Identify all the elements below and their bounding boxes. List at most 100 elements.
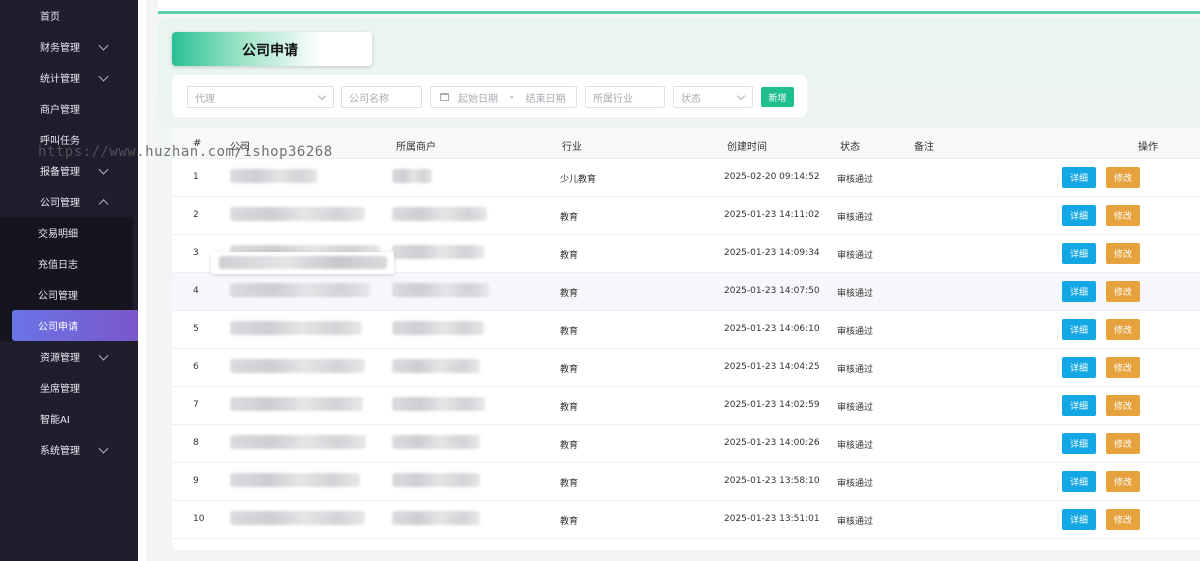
chevron-down-icon [98,443,109,454]
row-status: 审核通过 [837,251,874,261]
industry-placeholder: 所属行业 [593,93,633,105]
chevron-up-icon [98,198,109,209]
main-area: 公司申请 代理 公司名称 起始日期 - 结束日期 所属行业 状态 新增 # 公司… [146,0,1200,561]
sidebar-item[interactable]: 公司申请 [12,310,138,341]
row-status: 审核通过 [837,289,874,299]
sidebar-item[interactable]: 商户管理 [0,93,138,124]
edit-button[interactable]: 修改 [1106,433,1140,454]
row-index: 9 [193,476,199,486]
chevron-down-icon [98,40,109,51]
date-range-picker[interactable]: 起始日期 - 结束日期 [430,86,577,108]
row-index: 7 [193,400,199,410]
row-index: 10 [193,514,205,524]
hover-tooltip [211,252,394,274]
sidebar-item[interactable]: 统计管理 [0,62,138,93]
redacted-company [230,359,365,373]
industry-input[interactable]: 所属行业 [585,86,665,108]
edit-button[interactable]: 修改 [1106,319,1140,340]
detail-button[interactable]: 详细 [1062,509,1096,530]
redacted-merchant [392,511,480,525]
sidebar-item[interactable]: 充值日志 [0,248,133,279]
chevron-down-icon [98,164,109,175]
submenu-company: 交易明细充值日志公司管理 公司申请 [0,217,138,341]
row-status: 审核通过 [837,479,874,489]
sidebar-item[interactable]: 交易明细 [0,217,133,248]
row-industry: 教育 [560,213,579,223]
company-table: # 公司 所属商户 行业 创建时间 状态 备注 操作 1 少儿教育 2025-02-… [172,128,1200,550]
row-index: 4 [193,286,199,296]
detail-button[interactable]: 详细 [1062,433,1096,454]
col-actions: 操作 [1138,142,1158,153]
row-status: 审核通过 [837,517,874,527]
detail-button[interactable]: 详细 [1062,281,1096,302]
status-select-placeholder: 状态 [681,93,701,105]
company-name-input[interactable]: 公司名称 [341,86,422,108]
sidebar-item[interactable]: 系统管理 [0,434,138,465]
sidebar-item-label: 首页 [40,12,60,23]
edit-button[interactable]: 修改 [1106,471,1140,492]
sidebar-item[interactable]: 公司管理 [0,186,138,217]
row-industry: 教育 [560,479,579,489]
edit-button[interactable]: 修改 [1106,205,1140,226]
row-index: 6 [193,362,199,372]
table-row: 9 教育 2025-01-23 13:58:10 审核通过 详细 修改 [172,463,1200,501]
sidebar-item-label: 商户管理 [40,105,80,116]
col-merchant: 所属商户 [396,142,436,153]
sidebar-item[interactable]: 坐席管理 [0,372,138,403]
row-industry: 少儿教育 [560,175,597,185]
sidebar-item-label: 坐席管理 [40,384,80,395]
detail-button[interactable]: 详细 [1062,471,1096,492]
table-row: 6 教育 2025-01-23 14:04:25 审核通过 详细 修改 [172,349,1200,387]
edit-button[interactable]: 修改 [1106,281,1140,302]
row-industry: 教育 [560,441,579,451]
sidebar-item-label: 报备管理 [40,167,80,178]
redacted-company [230,169,318,183]
chevron-down-icon [98,350,109,361]
redacted-merchant [392,207,487,221]
add-button[interactable]: 新增 [761,87,794,107]
redacted-company [230,473,360,487]
detail-button[interactable]: 详细 [1062,319,1096,340]
row-industry: 教育 [560,251,579,261]
chevron-down-icon [317,91,327,101]
sidebar-item[interactable]: 财务管理 [0,31,138,62]
detail-button[interactable]: 详细 [1062,205,1096,226]
detail-button[interactable]: 详细 [1062,357,1096,378]
sidebar-item[interactable]: 资源管理 [0,341,138,372]
watermark-text: https://www.huzhan.com/ishop36268 [38,144,333,160]
detail-button[interactable]: 详细 [1062,395,1096,416]
row-created-time: 2025-01-23 13:51:01 [724,514,820,524]
table-row: 8 教育 2025-01-23 14:00:26 审核通过 详细 修改 [172,425,1200,463]
sidebar-item-label: 统计管理 [40,74,80,85]
top-bar [158,0,1200,14]
table-row: 4 教育 2025-01-23 14:07:50 审核通过 详细 修改 [172,273,1200,311]
table-row: 2 教育 2025-01-23 14:11:02 审核通过 详细 修改 [172,197,1200,235]
edit-button[interactable]: 修改 [1106,509,1140,530]
row-index: 5 [193,324,199,334]
sidebar-item[interactable]: 公司管理 [0,279,133,310]
redacted-merchant [392,473,480,487]
sidebar-item-label: 充值日志 [38,260,78,271]
redacted-company [230,435,366,449]
row-index: 1 [193,172,199,182]
row-created-time: 2025-01-23 13:58:10 [724,476,820,486]
chevron-down-icon [736,91,746,101]
sidebar-item-label: 智能AI [40,415,70,426]
status-select[interactable]: 状态 [673,86,753,108]
edit-button[interactable]: 修改 [1106,243,1140,264]
sidebar-item[interactable]: 智能AI [0,403,138,434]
chevron-down-icon [98,71,109,82]
agent-select[interactable]: 代理 [187,86,334,108]
detail-button[interactable]: 详细 [1062,167,1096,188]
edit-button[interactable]: 修改 [1106,395,1140,416]
detail-button[interactable]: 详细 [1062,243,1096,264]
row-created-time: 2025-01-23 14:09:34 [724,248,820,258]
redacted-company [230,511,365,525]
row-industry: 教育 [560,517,579,527]
row-status: 审核通过 [837,441,874,451]
col-industry: 行业 [562,142,582,153]
row-created-time: 2025-02-20 09:14:52 [724,172,820,182]
sidebar-item[interactable]: 首页 [0,0,138,31]
edit-button[interactable]: 修改 [1106,357,1140,378]
edit-button[interactable]: 修改 [1106,167,1140,188]
